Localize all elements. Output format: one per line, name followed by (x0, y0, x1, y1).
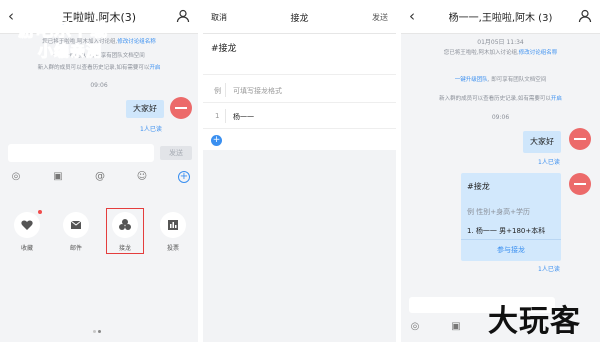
feature-vote[interactable]: 投票 (158, 212, 188, 252)
page-dot (93, 330, 96, 333)
upgrade-team-text: , 即可享有团队文档空间 (487, 77, 547, 83)
divider (203, 102, 396, 103)
chat-header: ‹ 杨一一,王啦啦,阿木 (3) (401, 0, 600, 34)
upgrade-team-notice: 一键升级团队, 即可享有团队文档空间 (411, 76, 590, 85)
message-time: 09:06 (491, 114, 510, 121)
chat-panel-with-features: ‹ 王啦啦,阿木(3) 您已将王啦啦,阿木加入讨论组,修改讨论组名称 一键升级团… (0, 0, 198, 342)
send-button[interactable]: 发送 (160, 146, 192, 160)
feature-label: 投票 (166, 245, 179, 252)
divider (225, 109, 226, 123)
page-indicator (92, 318, 102, 337)
read-receipt[interactable]: 1人已读 (538, 264, 560, 273)
avatar[interactable] (569, 128, 591, 150)
history-notice-text: 新入群的成员可以查看历史记录,如有需要可以 (37, 65, 150, 71)
relay-heading[interactable]: #接龙 (211, 41, 237, 54)
system-notice-text: 您已将王啦啦,阿木加入讨论组, (443, 50, 519, 56)
format-input[interactable]: 可填写接龙格式 (233, 86, 282, 96)
timestamp: 01月05日 11:34 (477, 39, 524, 46)
member-icon[interactable] (578, 9, 592, 23)
editor-header: 取消 接龙 发送 (203, 0, 396, 34)
history-notice-text: 新入群的成员可以查看历史记录,如有需要可以 (439, 96, 551, 102)
feature-favorite[interactable]: 收藏 (12, 210, 42, 252)
enable-history-link[interactable]: 开启 (551, 96, 562, 102)
row-number: 1 (215, 112, 220, 120)
message-input[interactable] (8, 144, 154, 162)
rename-group-link[interactable]: 修改讨论组名称 (117, 39, 156, 45)
relay-card-title: #接龙 (467, 182, 490, 191)
divider (225, 83, 226, 97)
feature-mail[interactable]: 邮件 (61, 212, 91, 252)
message-bubble[interactable]: 大家好 (523, 131, 561, 153)
relay-form: #接龙 例 可填写接龙格式 1 杨一一 + (203, 34, 396, 150)
send-button[interactable]: 发送 (372, 12, 388, 23)
upgrade-team-link[interactable]: 一键升级团队 (455, 77, 488, 83)
editor-title: 接龙 (290, 14, 309, 24)
vote-icon (160, 212, 186, 238)
entry-input[interactable]: 杨一一 (233, 112, 254, 122)
image-icon[interactable]: ▣ (450, 321, 462, 333)
read-receipt[interactable]: 1人已读 (140, 124, 162, 133)
feature-panel: 收藏 邮件 接龙 投票 (0, 188, 198, 342)
plus-icon[interactable]: + (178, 171, 190, 183)
watermark-logo: 大玩客 (488, 304, 581, 339)
relay-card[interactable]: #接龙 例 性别+身高+学历 1. 杨一一 男+180+本科 参与接龙 (461, 173, 561, 261)
read-receipt[interactable]: 1人已读 (538, 157, 560, 166)
voice-icon[interactable]: ◎ (409, 321, 421, 333)
system-notice: 您已将王啦啦,阿木加入讨论组,修改讨论组名称 (431, 49, 570, 58)
message-bubble[interactable]: 大家好 (126, 100, 164, 118)
watermark-text: 小编亲测 (37, 42, 103, 61)
relay-editor-panel: 取消 接龙 发送 #接龙 例 可填写接龙格式 1 杨一一 + (203, 0, 396, 342)
highlight-box (106, 208, 144, 254)
divider (203, 74, 396, 75)
mail-icon (63, 212, 89, 238)
feature-label: 邮件 (69, 245, 82, 252)
screenshot-stage: ‹ 王啦啦,阿木(3) 您已将王啦啦,阿木加入讨论组,修改讨论组名称 一键升级团… (0, 0, 600, 342)
feature-label: 收藏 (20, 245, 33, 252)
avatar[interactable] (170, 97, 192, 119)
member-icon[interactable] (176, 9, 190, 23)
rename-group-link[interactable]: 修改讨论组名称 (519, 50, 558, 56)
emoji-icon[interactable]: ☺ (136, 171, 148, 183)
avatar[interactable] (569, 173, 591, 195)
add-row-icon[interactable]: + (211, 135, 222, 146)
chat-panel-with-relay: ‹ 杨一一,王啦啦,阿木 (3) 01月05日 11:34 您已将王啦啦,阿木加… (401, 0, 600, 342)
divider (203, 128, 396, 129)
badge-dot (38, 210, 42, 214)
history-notice: 新入群的成员可以查看历史记录,如有需要可以开启 (411, 95, 590, 104)
image-icon[interactable]: ▣ (52, 171, 64, 183)
example-prefix: 例 (214, 87, 221, 95)
voice-icon[interactable]: ◎ (10, 171, 22, 183)
watermark-text: 游吧乐下载 (18, 21, 108, 42)
heart-icon (14, 212, 40, 238)
enable-history-link[interactable]: 开启 (149, 65, 160, 71)
relay-card-entry: 1. 杨一一 男+180+本科 (467, 227, 546, 235)
page-dot-active (98, 330, 101, 333)
history-notice: 新入群的成员可以查看历史记录,如有需要可以开启 (10, 64, 188, 73)
divider (461, 239, 561, 240)
relay-card-example: 例 性别+身高+学历 (467, 208, 530, 216)
at-icon[interactable]: @ (94, 171, 106, 183)
join-relay-button[interactable]: 参与接龙 (461, 245, 561, 255)
message-time: 09:06 (90, 82, 108, 89)
chat-title: 杨一一,王啦啦,阿木 (3) (448, 13, 553, 24)
